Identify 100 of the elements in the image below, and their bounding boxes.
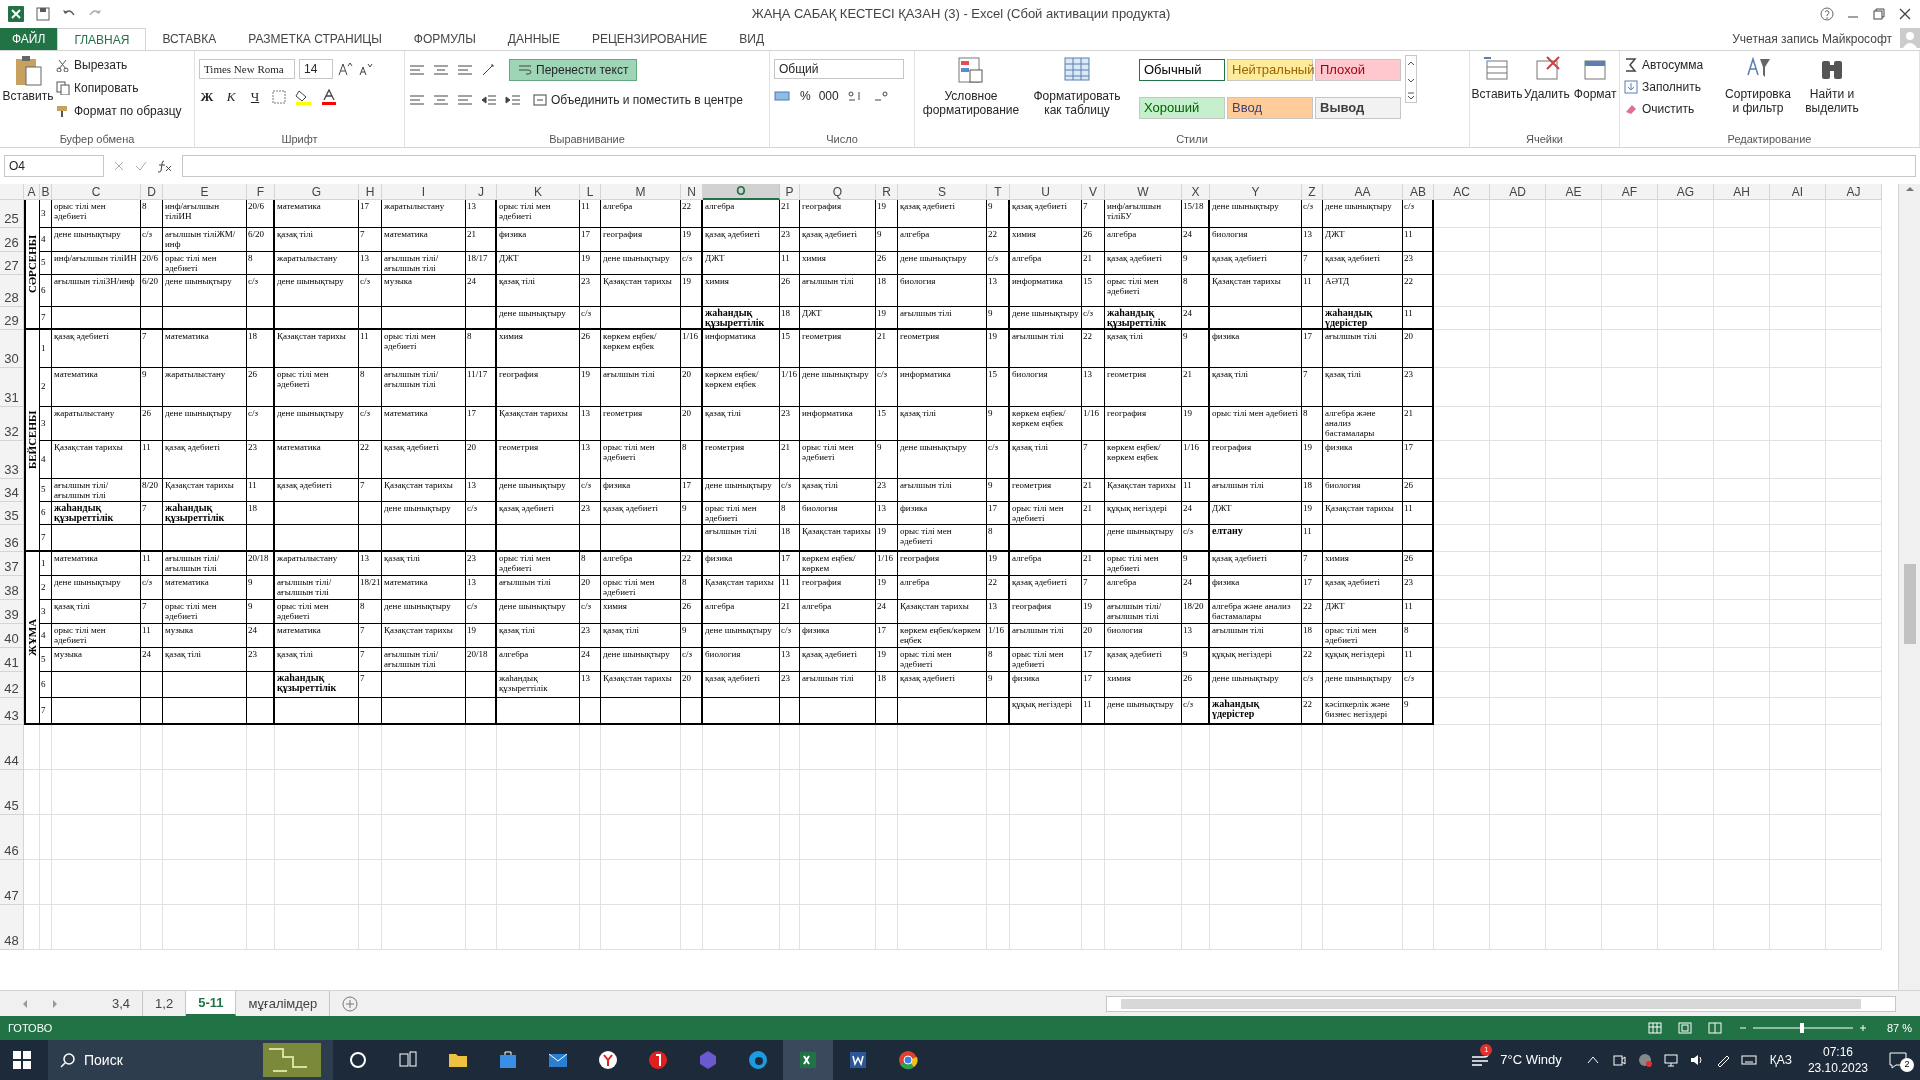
currency-icon[interactable] [774, 89, 792, 103]
cells-button[interactable]: Удалить [1524, 55, 1570, 131]
paste-button[interactable]: Вставить [2, 55, 54, 105]
clock-date[interactable]: 23.10.2023 [1807, 1060, 1868, 1076]
empty-cell[interactable] [1302, 307, 1323, 330]
help-icon[interactable] [1820, 7, 1834, 21]
ribbon-tab[interactable]: ФОРМУЛЫ [397, 28, 492, 50]
empty-cell[interactable] [52, 698, 141, 725]
fill-color-icon[interactable] [295, 88, 313, 105]
select-all-corner[interactable] [0, 184, 24, 200]
empty-cell[interactable] [247, 525, 275, 552]
column-header[interactable]: D [141, 184, 163, 200]
empty-cell[interactable] [359, 698, 382, 725]
scrollbar-thumb[interactable] [1121, 998, 1861, 1009]
row-header[interactable]: 48 [0, 905, 24, 950]
row-header[interactable]: 42 [0, 672, 24, 698]
column-header[interactable]: AI [1770, 184, 1826, 200]
column-header[interactable]: W [1105, 184, 1182, 200]
empty-cell[interactable] [1082, 525, 1105, 552]
column-header[interactable]: B [40, 184, 52, 200]
ribbon-tab[interactable]: ВСТАВКА [146, 28, 233, 50]
grow-font-icon[interactable] [337, 61, 353, 77]
notification-icon[interactable] [1888, 1050, 1908, 1070]
empty-cell[interactable] [800, 698, 876, 725]
row-header[interactable]: 31 [0, 368, 24, 407]
column-header[interactable]: N [681, 184, 703, 200]
cortana-icon[interactable] [347, 1049, 369, 1071]
language-indicator[interactable]: ҚАЗ [1761, 1051, 1800, 1069]
editing-button[interactable]: Автосумма [1624, 55, 1719, 74]
merge-center-button[interactable]: Объединить и поместить в центре [529, 89, 747, 111]
column-header[interactable]: E [163, 184, 247, 200]
cell-style-swatch[interactable]: Хороший [1139, 97, 1225, 119]
align-bottom-icon[interactable] [457, 63, 473, 77]
cancel-icon[interactable] [112, 159, 126, 173]
font-color-icon[interactable] [321, 88, 337, 105]
row-header[interactable]: 25 [0, 200, 24, 228]
empty-cell[interactable] [141, 672, 163, 698]
user-avatar-icon[interactable] [1900, 28, 1920, 48]
conditional-formatting-button[interactable]: Условное форматирование [919, 55, 1023, 131]
wrap-text-button[interactable]: Перенести текст [509, 59, 638, 81]
decrease-decimal-icon[interactable] [872, 89, 891, 103]
cell-style-swatch[interactable]: Обычный [1139, 59, 1225, 81]
empty-cell[interactable] [247, 672, 275, 698]
empty-cell[interactable] [580, 698, 601, 725]
row-header[interactable]: 34 [0, 479, 24, 502]
empty-cell[interactable] [141, 698, 163, 725]
weather-text[interactable]: 7°C Windy [1500, 1050, 1562, 1070]
empty-cell[interactable] [382, 525, 466, 552]
browser-y-icon[interactable] [597, 1049, 619, 1071]
empty-cell[interactable] [601, 307, 681, 330]
sheet-tab[interactable]: 5-11 [186, 991, 237, 1016]
empty-cell[interactable] [703, 698, 780, 725]
excel-icon[interactable] [797, 1049, 819, 1071]
empty-cell[interactable] [601, 525, 681, 552]
next-sheet-icon[interactable] [50, 998, 60, 1009]
align-left-icon[interactable] [409, 93, 425, 107]
row-header[interactable]: 29 [0, 307, 24, 330]
decrease-indent-icon[interactable] [481, 93, 497, 107]
ribbon-tab[interactable]: РАЗМЕТКА СТРАНИЦЫ [232, 28, 398, 50]
column-header[interactable]: M [601, 184, 681, 200]
align-top-icon[interactable] [409, 63, 425, 77]
font-style-button[interactable]: Ж [199, 87, 215, 107]
empty-cell[interactable] [275, 525, 359, 552]
empty-cell[interactable] [580, 525, 601, 552]
empty-cell[interactable] [987, 698, 1010, 725]
enter-icon[interactable] [134, 159, 148, 173]
empty-cell[interactable] [1210, 307, 1302, 330]
network-icon[interactable] [1662, 1052, 1679, 1068]
editing-big-button[interactable]: Сортировка и фильтр [1723, 55, 1793, 131]
column-header[interactable]: T [987, 184, 1010, 200]
increase-indent-icon[interactable] [505, 93, 521, 107]
empty-cell[interactable] [141, 525, 163, 552]
gallery-scroll-icon[interactable] [1405, 55, 1417, 103]
editing-big-button[interactable]: Найти и выделить [1797, 55, 1867, 131]
clipboard-button[interactable]: Копировать [56, 78, 182, 98]
number-style-button[interactable]: 000 [818, 87, 839, 105]
empty-cell[interactable] [601, 698, 681, 725]
font-style-button[interactable]: Ч [247, 87, 263, 107]
row-header[interactable]: 33 [0, 441, 24, 479]
column-header[interactable]: AB [1403, 184, 1434, 200]
empty-cell[interactable] [163, 672, 247, 698]
empty-cell[interactable] [466, 307, 497, 330]
empty-cell[interactable] [247, 307, 275, 330]
row-header[interactable]: 38 [0, 576, 24, 600]
empty-cell[interactable] [466, 525, 497, 552]
row-header[interactable]: 47 [0, 860, 24, 905]
column-header[interactable]: V [1082, 184, 1105, 200]
word-icon[interactable] [847, 1049, 869, 1071]
speaker-icon[interactable] [1688, 1052, 1705, 1068]
column-header[interactable]: K [497, 184, 580, 200]
empty-cell[interactable] [382, 307, 466, 330]
ribbon-tab[interactable]: ДАННЫЕ [491, 28, 576, 50]
windows-start-icon[interactable] [12, 1050, 32, 1070]
empty-cell[interactable] [898, 698, 987, 725]
row-header[interactable]: 26 [0, 228, 24, 252]
empty-cell[interactable] [780, 698, 800, 725]
column-header[interactable]: AE [1546, 184, 1602, 200]
empty-cell[interactable] [275, 502, 359, 525]
row-header[interactable]: 28 [0, 275, 24, 307]
clock-time[interactable]: 07:16 [1822, 1044, 1853, 1060]
